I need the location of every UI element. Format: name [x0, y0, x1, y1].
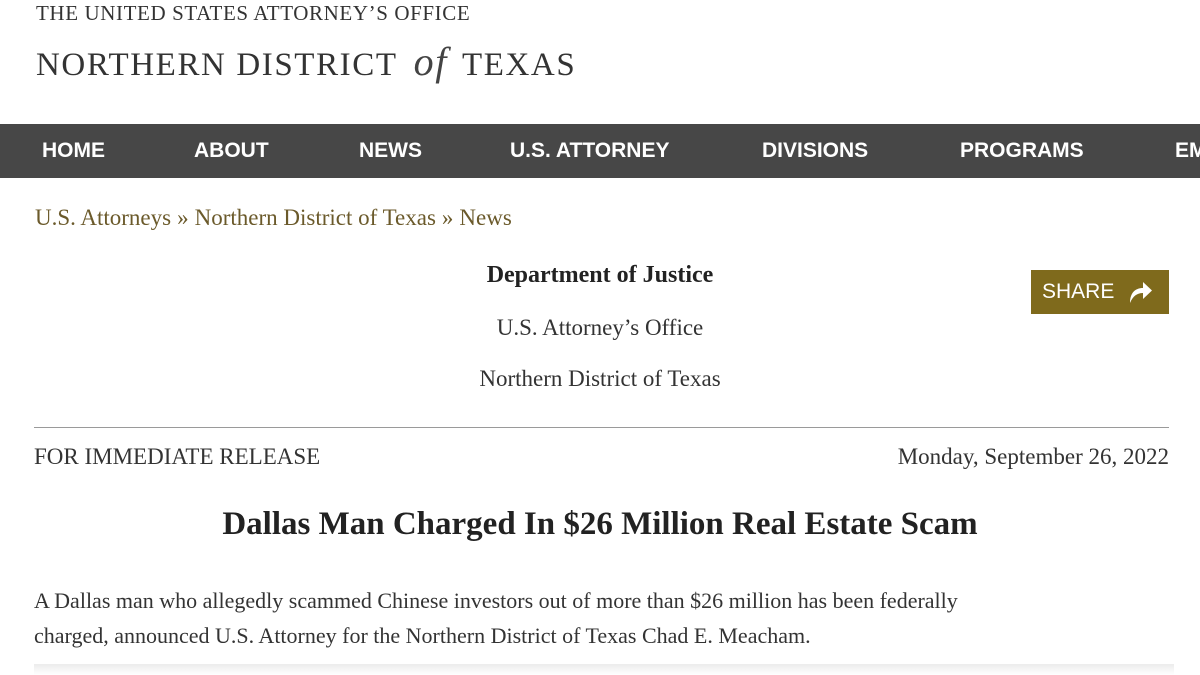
- article-headline: Dallas Man Charged In $26 Million Real E…: [222, 506, 978, 542]
- district-name-of: of: [413, 39, 448, 84]
- breadcrumb-link-district[interactable]: Northern District of Texas: [195, 205, 436, 230]
- agency-office: U.S. Attorney’s Office: [496, 315, 704, 340]
- release-label: FOR IMMEDIATE RELEASE: [34, 444, 321, 469]
- nav-item-news[interactable]: NEWS: [359, 124, 422, 178]
- nav-item-about[interactable]: ABOUT: [194, 124, 269, 178]
- nav-item-programs[interactable]: PROGRAMS: [960, 124, 1084, 178]
- district-name-suffix: TEXAS: [461, 47, 577, 83]
- main-nav: HOME ABOUT NEWS U.S. ATTORNEY DIVISIONS …: [0, 124, 1200, 178]
- agency-title: Department of Justice: [486, 262, 714, 288]
- article-body: A Dallas man who allegedly scammed Chine…: [34, 583, 1174, 653]
- share-button[interactable]: SHARE: [1031, 270, 1169, 314]
- district-logo-text[interactable]: NORTHERN DISTRICT of TEXAS: [36, 38, 576, 85]
- content-fade: [34, 664, 1174, 675]
- share-arrow-icon: [1124, 277, 1154, 307]
- nav-item-home[interactable]: HOME: [42, 124, 105, 178]
- breadcrumb: U.S. Attorneys» Northern District of Texa…: [35, 205, 512, 231]
- article-body-line: A Dallas man who allegedly scammed Chine…: [34, 588, 958, 613]
- agency-district: Northern District of Texas: [479, 366, 721, 391]
- breadcrumb-separator: »: [441, 205, 454, 230]
- release-date: Monday, September 26, 2022: [897, 444, 1169, 469]
- divider: [34, 427, 1169, 428]
- nav-item-us-attorney[interactable]: U.S. ATTORNEY: [510, 124, 669, 178]
- office-name: THE UNITED STATES ATTORNEY’S OFFICE: [36, 1, 471, 25]
- nav-item-divisions[interactable]: DIVISIONS: [762, 124, 868, 178]
- district-name-prefix: NORTHERN DISTRICT: [36, 47, 398, 83]
- article-body-line: charged, announced U.S. Attorney for the…: [34, 623, 811, 648]
- breadcrumb-link-us-attorneys[interactable]: U.S. Attorneys: [35, 205, 171, 230]
- breadcrumb-link-news[interactable]: News: [459, 205, 511, 230]
- breadcrumb-separator: »: [177, 205, 189, 230]
- site-header: THE UNITED STATES ATTORNEY’S OFFICE NORT…: [0, 0, 1200, 124]
- nav-item-employment[interactable]: EM: [1175, 124, 1200, 178]
- share-button-label: SHARE: [1042, 280, 1115, 303]
